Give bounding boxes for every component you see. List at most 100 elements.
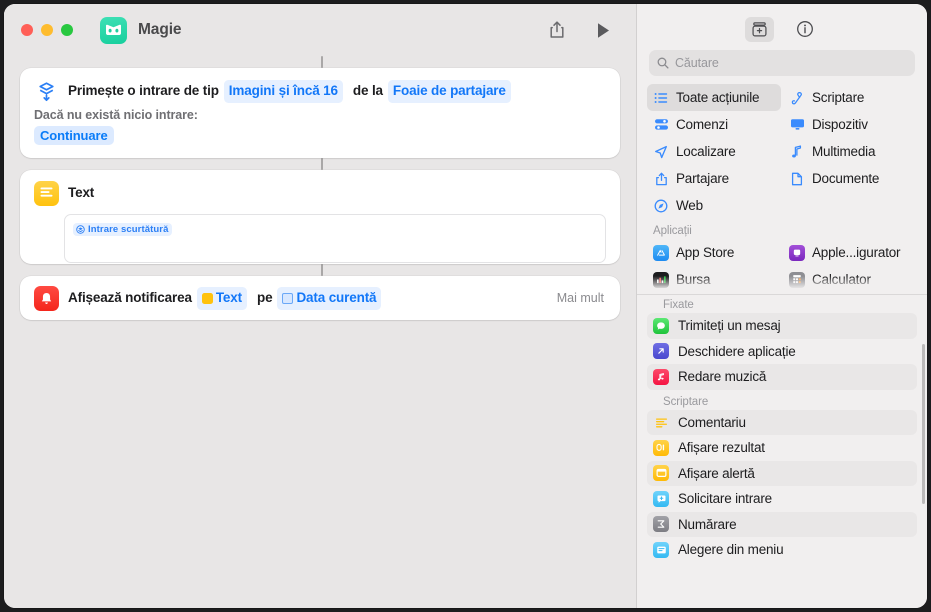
run-shortcut-button[interactable] [588, 17, 618, 43]
action-library-tab[interactable] [745, 16, 774, 42]
action-card-receive-input[interactable]: Primește o intrare de tip Imagini și înc… [20, 68, 620, 158]
app-item-calculator[interactable]: Calculator [783, 266, 917, 292]
receive-input-icon [34, 78, 59, 104]
scripting-group-header: Scriptare [663, 395, 709, 408]
category-label: Dispozitiv [812, 117, 868, 132]
no-input-token-row: Continuare [20, 122, 620, 157]
notification-row: Afișează notificarea Text pe Data curent… [20, 276, 620, 320]
action-card-show-notification[interactable]: Afișează notificarea Text pe Data curent… [20, 276, 620, 320]
compass-icon [653, 199, 669, 213]
library-item-label: Trimiteți un mesaj [678, 318, 781, 334]
app-item-app-store[interactable]: App Store [647, 239, 781, 266]
library-item-label: Alegere din meniu [678, 542, 784, 558]
search-field[interactable]: Căutare [649, 50, 915, 76]
category-web[interactable]: Web [647, 192, 781, 219]
app-item-stocks[interactable]: Bursa [647, 266, 781, 292]
music-note-icon [789, 144, 805, 159]
share-button[interactable] [542, 17, 572, 43]
category-controls[interactable]: Comenzi [647, 111, 781, 138]
library-item-send-message[interactable]: Trimiteți un mesaj [647, 313, 917, 339]
category-sharing[interactable]: Partajare [647, 165, 781, 192]
close-button[interactable] [21, 24, 33, 36]
category-label: Toate acțiunile [676, 90, 760, 105]
script-icon [789, 91, 805, 105]
stocks-icon [653, 271, 669, 288]
document-icon [789, 172, 805, 186]
category-label: Documente [812, 171, 880, 186]
notification-title: Afișează notificarea [68, 290, 192, 305]
app-store-icon [653, 244, 669, 261]
library-item-ask-for-input[interactable]: Solicitare intrare [647, 486, 917, 512]
app-item-apple-configurator[interactable]: Apple...igurator [783, 239, 917, 266]
app-label: App Store [676, 245, 735, 260]
category-media[interactable]: Multimedia [783, 138, 917, 165]
document-title[interactable]: Magie [138, 21, 182, 39]
category-scroll-region[interactable]: Toate acțiunile Scriptare Comenzi Dispoz… [637, 84, 927, 292]
category-location[interactable]: Localizare [647, 138, 781, 165]
pinned-group-header: Fixate [663, 299, 694, 311]
library-scrollbar[interactable] [922, 344, 925, 504]
apple-configurator-icon [789, 244, 805, 261]
token-text-variable-label: Text [215, 290, 242, 305]
token-text-variable[interactable]: Text [196, 286, 247, 310]
show-more-button[interactable]: Mai mult [557, 291, 606, 305]
zoom-button[interactable] [61, 24, 73, 36]
connector-2 [321, 264, 323, 276]
token-continue[interactable]: Continuare [34, 126, 114, 145]
notification-title-row: Afișează notificarea Text pe Data curent… [68, 286, 382, 310]
choose-menu-icon [653, 541, 669, 558]
music-play-icon [653, 368, 669, 385]
category-device[interactable]: Dispozitiv [783, 111, 917, 138]
connector-top [321, 56, 323, 68]
no-input-label: Dacă nu există nicio intrare: [34, 108, 198, 122]
action-card-text[interactable]: Text Intrare scurtătură [20, 170, 620, 264]
info-circle-icon [796, 21, 813, 37]
category-all-actions[interactable]: Toate acțiunile [647, 84, 781, 111]
category-label: Localizare [676, 144, 736, 159]
open-app-icon [653, 343, 669, 360]
library-item-label: Comentariu [678, 414, 746, 430]
action-title-mid: de la [352, 83, 383, 98]
token-date-variable[interactable]: Data curentă [277, 286, 382, 310]
minimize-button[interactable] [41, 24, 53, 36]
notification-mid: pe [256, 290, 273, 305]
action-title: Primește o intrare de tip [68, 83, 219, 98]
library-item-label: Afișare alertă [678, 465, 755, 481]
text-input-field[interactable]: Intrare scurtătură [64, 214, 606, 263]
category-scripting[interactable]: Scriptare [783, 84, 917, 111]
text-variable-icon [201, 292, 213, 304]
library-item-label: Deschidere aplicație [678, 343, 796, 359]
library-item-show-result[interactable]: Afișare rezultat [647, 435, 917, 461]
apps-group-header: Aplicații [653, 225, 692, 237]
action-library-icon [752, 21, 767, 37]
info-tab[interactable] [790, 17, 819, 42]
search-placeholder: Căutare [675, 56, 719, 70]
library-item-comment[interactable]: Comentariu [647, 409, 917, 435]
calculator-icon [789, 271, 805, 288]
text-action-title: Text [68, 185, 95, 200]
app-label: Calculator [812, 272, 871, 287]
token-shortcut-input[interactable]: Intrare scurtătură [73, 223, 173, 236]
category-label: Multimedia [812, 144, 876, 159]
category-label: Comenzi [676, 117, 728, 132]
library-item-open-app[interactable]: Deschidere aplicație [647, 339, 917, 365]
library-item-play-music[interactable]: Redare muzică [647, 364, 917, 390]
library-item-choose-from-menu[interactable]: Alegere din meniu [647, 537, 917, 563]
library-item-count[interactable]: Numărare [647, 511, 917, 537]
list-bullet-icon [653, 92, 669, 104]
library-toolbar [637, 4, 927, 48]
token-shortcut-input-label: Intrare scurtătură [88, 224, 169, 235]
app-label: Apple...igurator [812, 245, 901, 260]
display-icon [789, 118, 805, 131]
token-input-type[interactable]: Imagini și încă 16 [223, 79, 343, 103]
library-item-label: Redare muzică [678, 369, 767, 385]
category-documents[interactable]: Documente [783, 165, 917, 192]
shortcut-editor-pane: Magie Primește o intrare de tip Imagini … [4, 4, 636, 608]
shortcut-canvas: Primește o intrare de tip Imagini și înc… [4, 56, 636, 608]
date-variable-icon [282, 292, 294, 304]
library-item-show-alert[interactable]: Afișare alertă [647, 460, 917, 486]
token-input-source[interactable]: Foaie de partajare [387, 79, 511, 103]
notification-icon [34, 285, 59, 311]
ask-input-icon [653, 490, 669, 507]
traffic-light-buttons[interactable] [21, 24, 73, 36]
